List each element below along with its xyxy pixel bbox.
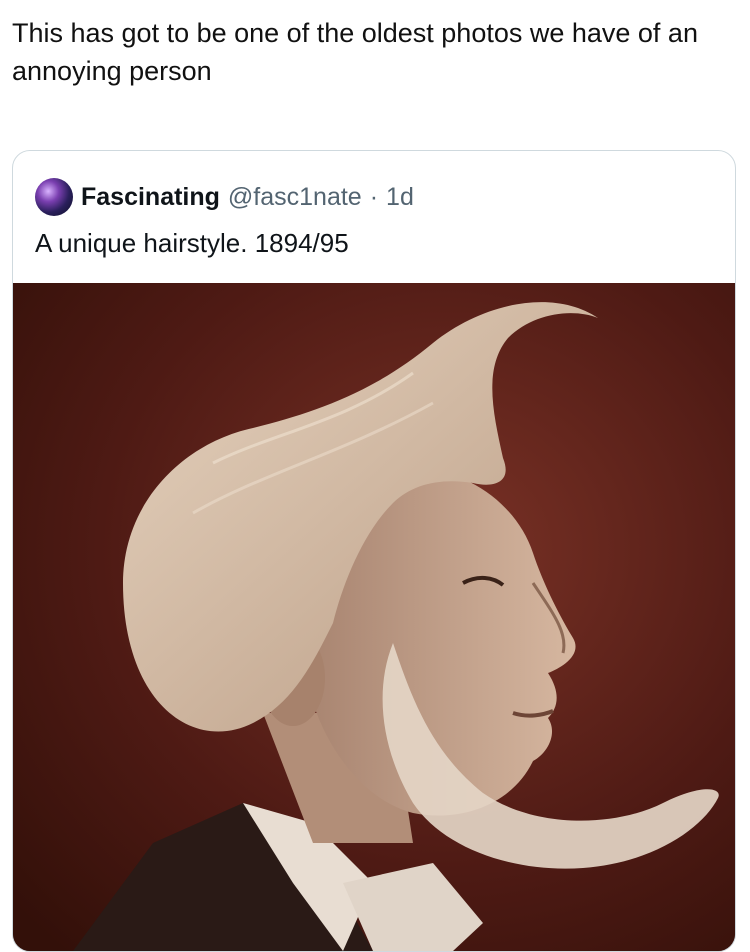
tweet-age[interactable]: 1d (386, 183, 414, 212)
tweet-photo[interactable] (13, 283, 735, 951)
separator-dot: · (369, 182, 379, 211)
handle[interactable]: @fasc1nate (228, 183, 362, 212)
quoted-tweet-card[interactable]: Fascinating @fasc1nate · 1d A unique hai… (12, 150, 736, 952)
post-text: This has got to be one of the oldest pho… (12, 18, 698, 86)
quoted-tweet-header: Fascinating @fasc1nate · 1d (35, 178, 414, 216)
quoted-tweet-text: A unique hairstyle. 1894/95 (35, 228, 349, 258)
display-name[interactable]: Fascinating (81, 183, 220, 212)
portrait-illustration (13, 283, 735, 951)
avatar[interactable] (35, 178, 73, 216)
